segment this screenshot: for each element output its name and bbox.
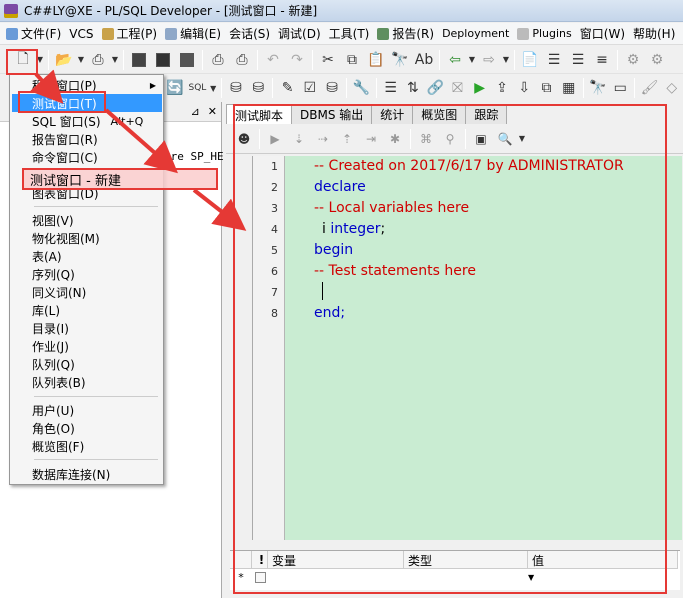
submenu-arrow-icon: ▶	[149, 80, 156, 90]
menu-view[interactable]: 视图(V)	[12, 211, 162, 229]
print-setup-icon[interactable]: ⎙	[231, 49, 253, 71]
menu-command-window[interactable]: 命令窗口(C)	[12, 148, 162, 166]
menu-profile[interactable]: 概览图(F)	[12, 437, 162, 455]
menu-sequence[interactable]: 序列(Q)	[12, 265, 162, 283]
menu-report-window[interactable]: 报告窗口(R)	[12, 130, 162, 148]
print-icon[interactable]: ⎙	[207, 49, 229, 71]
sql-dropdown-icon[interactable]: ▼	[210, 77, 217, 99]
test-window-highlight	[18, 91, 106, 113]
forward-dropdown-icon[interactable]: ▼	[502, 49, 510, 71]
menu-job[interactable]: 作业(J)	[12, 337, 162, 355]
new-window-menu: 程序窗口(P) ▶ 测试窗口(T) SQL 窗口(S) Alt+Q 报告窗口(R) …	[9, 74, 164, 485]
replace-icon[interactable]: Ab	[413, 49, 435, 71]
sql-icon[interactable]: SQL	[187, 77, 207, 99]
menu-table[interactable]: 表(A)	[12, 247, 162, 265]
execute-sql-icon[interactable]: 🔄	[165, 77, 185, 99]
window-name-callout: 测试窗口 - 新建	[22, 168, 218, 190]
chip-icon[interactable]: ◇	[662, 77, 682, 99]
indent-icon[interactable]: ☰	[543, 49, 565, 71]
main-toolbar: 🗋 ▼ 📂 ▼ ⎙ ▼ ⎙ ⎙ ↶ ↷ ✂ ⧉ 📋 🔭 Ab ⇦ ▼ ⇨ ▼ 📄…	[0, 46, 683, 74]
back-icon[interactable]: ⇦	[444, 49, 466, 71]
editor-highlight	[233, 104, 667, 594]
compare-icon[interactable]: ⧉	[536, 77, 556, 99]
menu-edit[interactable]: 编辑(E)	[163, 24, 227, 44]
menu-session[interactable]: 会话(S)	[227, 24, 276, 44]
menu-tools[interactable]: 工具(T)	[327, 24, 376, 44]
open-db-icon[interactable]: ⛁	[322, 77, 342, 99]
paste-icon[interactable]: 📋	[365, 49, 387, 71]
forward-icon[interactable]: ⇨	[478, 49, 500, 71]
copy-icon[interactable]: ⧉	[341, 49, 363, 71]
print-dropdown-icon[interactable]: ▼	[111, 49, 119, 71]
export-icon[interactable]: ⇪	[492, 77, 512, 99]
save-icon[interactable]	[128, 49, 150, 71]
tree-icon[interactable]: ⇅	[403, 77, 423, 99]
menu-deployment[interactable]: Deployment	[440, 24, 515, 44]
menu-debug[interactable]: 调试(D)	[276, 24, 327, 44]
print-preview-icon[interactable]: ⎙	[87, 49, 109, 71]
import-icon[interactable]: ⇩	[514, 77, 534, 99]
menu-plugins[interactable]: Plugins	[515, 24, 577, 44]
pin-icon[interactable]: ⊿	[191, 105, 200, 118]
menu-vcs[interactable]: VCS	[67, 24, 99, 44]
open-dropdown-icon[interactable]: ▼	[77, 49, 85, 71]
redo-icon[interactable]: ↷	[286, 49, 308, 71]
comment-icon[interactable]: ≡	[591, 49, 613, 71]
menu-directory[interactable]: 目录(I)	[12, 319, 162, 337]
menu-user[interactable]: 用户(U)	[12, 401, 162, 419]
menu-window[interactable]: 窗口(W)	[578, 24, 631, 44]
rollback-icon[interactable]: ⛁	[248, 77, 268, 99]
window-icon[interactable]: ▭	[610, 77, 630, 99]
describe-icon[interactable]: 📄	[519, 49, 541, 71]
find-icon[interactable]: 🔭	[389, 49, 411, 71]
menu-sql-window[interactable]: SQL 窗口(S) Alt+Q	[12, 112, 162, 130]
save-all-icon[interactable]	[152, 49, 174, 71]
menu-library[interactable]: 库(L)	[12, 301, 162, 319]
menu-bar: 文件(F) VCS 工程(P) 编辑(E) 会话(S) 调试(D) 工具(T) …	[0, 23, 683, 45]
close-icon[interactable]: ✕	[208, 105, 217, 118]
cut-icon[interactable]: ✂	[317, 49, 339, 71]
menu-reports[interactable]: 报告(R)	[375, 24, 440, 44]
save-as-icon[interactable]	[176, 49, 198, 71]
menu-database-link[interactable]: 数据库连接(N)	[12, 465, 162, 483]
object-label[interactable]: ure SP_HE	[164, 150, 224, 163]
wrench-icon[interactable]: 🔧	[351, 77, 371, 99]
menu-synonym[interactable]: 同义词(N)	[12, 283, 162, 301]
window-title: C##LY@XE - PL/SQL Developer - [测试窗口 - 新建…	[24, 4, 318, 18]
app-icon	[4, 3, 18, 18]
shortcut-label: Alt+Q	[110, 114, 144, 128]
more-icon[interactable]: ⚙	[646, 49, 668, 71]
menu-separator	[34, 459, 158, 460]
undo-icon[interactable]: ↶	[262, 49, 284, 71]
grid-icon[interactable]: ▦	[559, 77, 579, 99]
menu-separator	[34, 206, 158, 207]
menu-help[interactable]: 帮助(H)	[631, 24, 681, 44]
menu-file[interactable]: 文件(F)	[4, 24, 67, 44]
checklist-icon[interactable]: ☑	[300, 77, 320, 99]
secondary-toolbar: 🔄 SQL ▼ ⛁ ⛁ ✎ ☑ ⛁ 🔧 ☰ ⇅ 🔗 ⛝ ▶ ⇪ ⇩ ⧉ ▦ 🔭 …	[160, 74, 683, 102]
menu-role[interactable]: 角色(O)	[12, 419, 162, 437]
unindent-icon[interactable]: ☰	[567, 49, 589, 71]
query-builder-icon[interactable]: ✎	[277, 77, 297, 99]
menu-queue-table[interactable]: 队列表(B)	[12, 373, 162, 391]
menu-queue[interactable]: 队列(Q)	[12, 355, 162, 373]
menu-project[interactable]: 工程(P)	[100, 24, 164, 44]
link-icon[interactable]: 🔗	[425, 77, 445, 99]
stop-icon[interactable]: ⛝	[447, 77, 467, 99]
run-icon[interactable]: ▶	[470, 77, 490, 99]
binoculars-icon[interactable]: 🔭	[588, 77, 608, 99]
back-dropdown-icon[interactable]: ▼	[468, 49, 476, 71]
tools-icon[interactable]: ⚙	[622, 49, 644, 71]
open-folder-icon[interactable]: 📂	[53, 49, 75, 71]
commit-icon[interactable]: ⛁	[226, 77, 246, 99]
menu-materialized-view[interactable]: 物化视图(M)	[12, 229, 162, 247]
brush-icon[interactable]: 🖌	[639, 77, 659, 99]
list-icon[interactable]: ☰	[381, 77, 401, 99]
new-button-highlight	[6, 49, 38, 75]
title-bar: C##LY@XE - PL/SQL Developer - [测试窗口 - 新建…	[0, 0, 683, 22]
menu-separator	[34, 396, 158, 397]
